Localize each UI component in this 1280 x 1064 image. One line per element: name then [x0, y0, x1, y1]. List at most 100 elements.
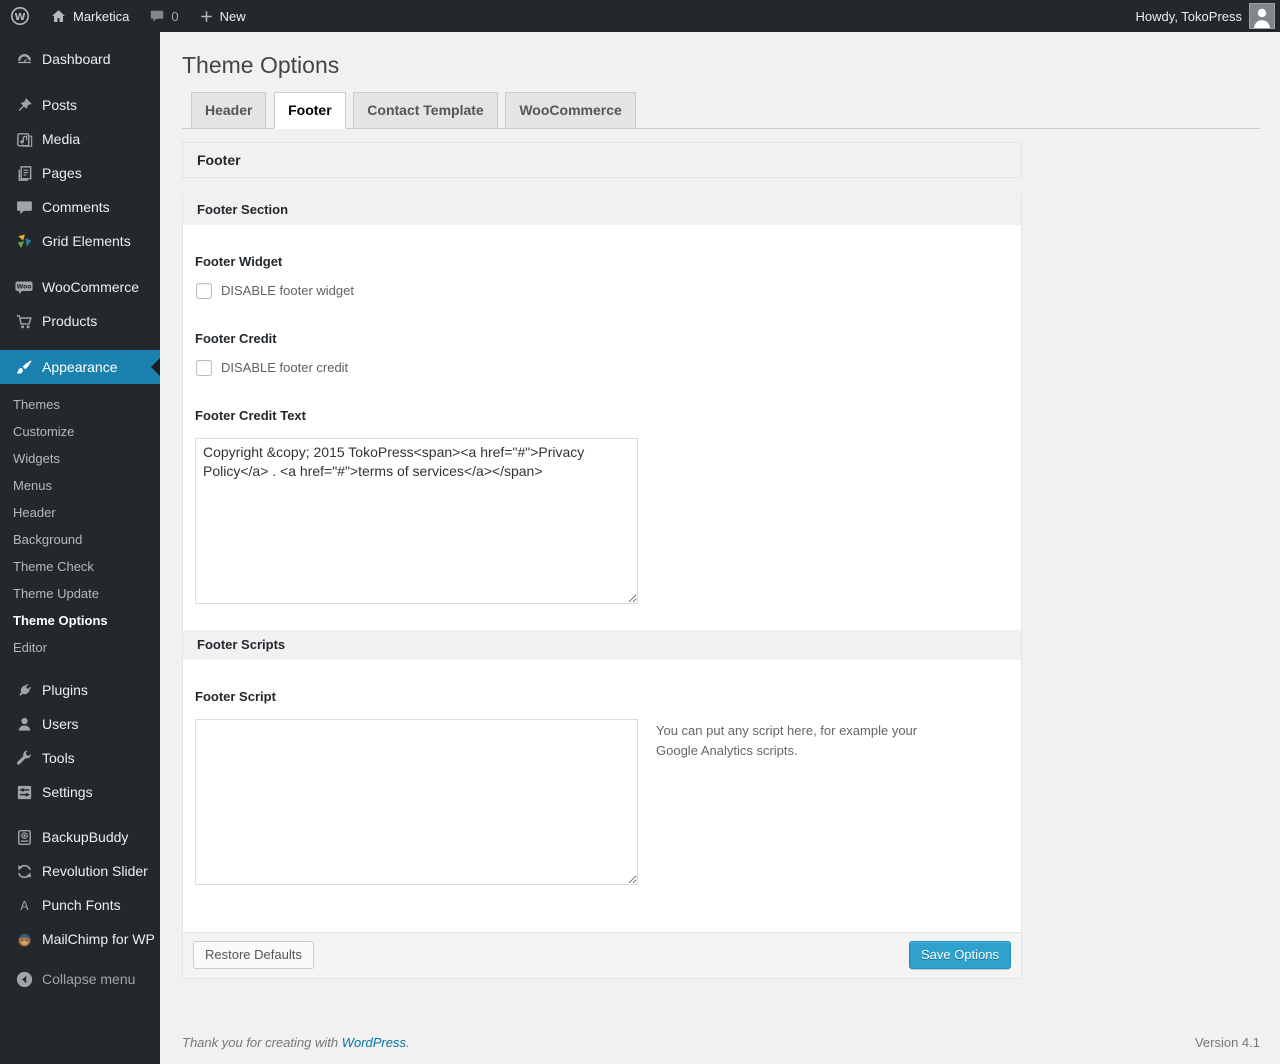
section-header-footer-scripts: Footer Scripts [183, 629, 1021, 660]
sidebar-item-punch-fonts[interactable]: A Punch Fonts [0, 888, 160, 922]
sidebar-item-pages[interactable]: Pages [0, 156, 160, 190]
submenu-label: Widgets [13, 451, 60, 466]
footer-scripts-content: Footer Script You can put any script her… [183, 660, 1021, 932]
footer-options-panel: Footer Footer Section Footer Widget DISA… [182, 141, 1022, 979]
save-options-button[interactable]: Save Options [908, 941, 1011, 970]
sidebar-item-label: Appearance [42, 359, 118, 375]
submenu-item-theme-options[interactable]: Theme Options [0, 607, 160, 634]
my-account-menu[interactable]: Howdy, TokoPress [1136, 0, 1280, 32]
tab-contact-template[interactable]: Contact Template [353, 91, 498, 129]
sidebar-item-label: BackupBuddy [42, 829, 129, 845]
footer-credit-text-textarea[interactable]: Copyright &copy; 2015 TokoPress<span><a … [195, 437, 638, 604]
media-icon [14, 129, 34, 149]
submenu-label: Header [13, 505, 56, 520]
footer-credit-text-label: Footer Credit Text [195, 407, 306, 423]
disable-footer-credit-checkbox[interactable] [196, 359, 212, 376]
brush-icon [14, 357, 34, 377]
comments-menu[interactable]: 0 [139, 0, 188, 32]
tab-header[interactable]: Header [191, 91, 267, 129]
backup-icon [14, 827, 34, 847]
refresh-icon [14, 861, 34, 881]
theme-options-tabs: Header Footer Contact Template WooCommer… [182, 91, 1260, 129]
submenu-label: Background [13, 532, 83, 547]
cart-icon [14, 311, 34, 331]
sidebar-item-woocommerce[interactable]: Woo WooCommerce [0, 270, 160, 304]
sidebar-item-users[interactable]: Users [0, 707, 160, 741]
sidebar-item-dashboard[interactable]: Dashboard [0, 42, 160, 76]
sidebar-item-label: Posts [42, 97, 78, 113]
sidebar-item-revolution-slider[interactable]: Revolution Slider [0, 854, 160, 888]
sidebar-item-label: MailChimp for WP [42, 931, 155, 947]
panel-action-bar: Restore Defaults Save Options [183, 931, 1021, 978]
sidebar-item-media[interactable]: Media [0, 122, 160, 156]
comment-count: 0 [171, 8, 179, 24]
wordpress-link[interactable]: WordPress [342, 1035, 406, 1050]
sidebar-item-comments[interactable]: Comments [0, 190, 160, 224]
page-title: Theme Options [182, 52, 340, 78]
user-icon [14, 714, 34, 734]
wordpress-menu-button[interactable]: W [0, 0, 40, 32]
submenu-item-theme-update[interactable]: Theme Update [0, 580, 160, 607]
footer-script-description: You can put any script here, for example… [656, 722, 918, 759]
submenu-item-widgets[interactable]: Widgets [0, 445, 160, 472]
submenu-label: Themes [13, 397, 60, 412]
restore-defaults-button[interactable]: Restore Defaults [193, 941, 314, 970]
submenu-label: Theme Update [13, 586, 99, 601]
woocommerce-icon: Woo [14, 277, 34, 297]
monkey-icon [14, 929, 34, 949]
checkbox-label: DISABLE footer widget [221, 283, 354, 299]
site-name-menu[interactable]: Marketica [40, 0, 139, 32]
pin-icon [14, 95, 34, 115]
submenu-item-background[interactable]: Background [0, 526, 160, 553]
version-label: Version 4.1 [1194, 1034, 1260, 1050]
letter-a-icon: A [14, 895, 34, 915]
footer-script-row: You can put any script here, for example… [195, 704, 1009, 885]
sidebar-item-label: Pages [42, 165, 82, 181]
submenu-item-menus[interactable]: Menus [0, 472, 160, 499]
thanks-period: . [406, 1034, 410, 1050]
collapse-icon [14, 969, 34, 989]
submenu-item-theme-check[interactable]: Theme Check [0, 553, 160, 580]
submenu-item-themes[interactable]: Themes [0, 391, 160, 418]
plus-icon [199, 9, 214, 24]
home-icon [50, 8, 67, 25]
footer-widget-label: Footer Widget [195, 253, 283, 269]
new-content-menu[interactable]: New [189, 0, 256, 32]
sidebar-item-settings[interactable]: Settings [0, 775, 160, 809]
disable-footer-widget-checkbox[interactable] [196, 282, 212, 299]
admin-bar: W Marketica 0 New Howdy, TokoPress [0, 0, 1280, 32]
comments-icon [14, 197, 34, 217]
tab-woocommerce[interactable]: WooCommerce [505, 91, 636, 129]
svg-text:W: W [14, 12, 25, 23]
sidebar-item-label: Comments [42, 199, 110, 215]
sidebar-item-backupbuddy[interactable]: BackupBuddy [0, 820, 160, 854]
footer-script-textarea[interactable] [195, 718, 638, 885]
site-name-label: Marketica [73, 8, 130, 24]
wordpress-logo-icon: W [10, 6, 30, 26]
settings-icon [14, 782, 34, 802]
sidebar-item-label: Dashboard [42, 51, 111, 67]
sidebar-item-products[interactable]: Products [0, 304, 160, 338]
sidebar-item-plugins[interactable]: Plugins [0, 673, 160, 707]
new-label: New [219, 8, 246, 24]
admin-footer: Thank you for creating with WordPress. V… [182, 1035, 1260, 1064]
submenu-label: Theme Check [13, 559, 94, 574]
footer-widget-checkbox-row: DISABLE footer widget [195, 282, 1009, 299]
dashboard-icon [14, 49, 34, 69]
sidebar-item-tools[interactable]: Tools [0, 741, 160, 775]
sidebar-item-label: Media [42, 131, 81, 147]
comments-bubble-icon [149, 8, 165, 24]
submenu-item-editor[interactable]: Editor [0, 634, 160, 661]
menu-separator [0, 809, 160, 820]
submenu-item-customize[interactable]: Customize [0, 418, 160, 445]
collapse-menu-button[interactable]: Collapse menu [0, 962, 160, 996]
menu-separator [0, 258, 160, 270]
submenu-item-header[interactable]: Header [0, 499, 160, 526]
sidebar-item-grid-elements[interactable]: Grid Elements [0, 224, 160, 258]
sidebar-item-appearance[interactable]: Appearance [0, 350, 160, 384]
sidebar-item-posts[interactable]: Posts [0, 88, 160, 122]
sidebar-item-mailchimp[interactable]: MailChimp for WP [0, 922, 160, 956]
appearance-submenu: Themes Customize Widgets Menus Header Ba… [0, 384, 160, 673]
tab-footer[interactable]: Footer [274, 91, 346, 129]
menu-separator [0, 338, 160, 350]
